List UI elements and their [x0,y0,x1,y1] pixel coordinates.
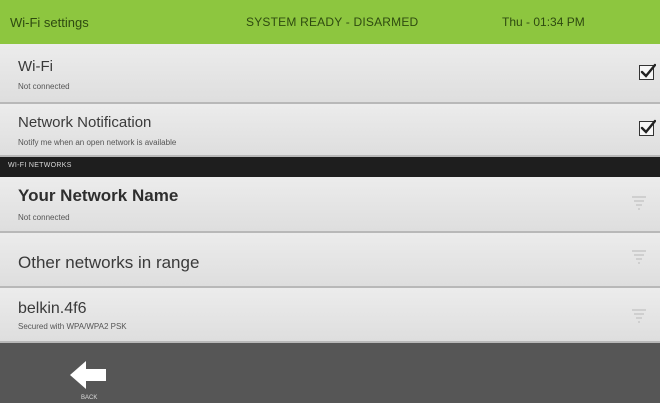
network-name: Other networks in range [18,253,200,272]
checkmark-icon [640,119,656,134]
arrow-left-icon [70,361,106,389]
wifi-status: Not connected [18,82,70,91]
wifi-toggle-row[interactable]: Wi-Fi Not connected [0,44,660,104]
footer-bar: BACK [0,343,660,403]
back-button[interactable]: BACK [66,357,110,403]
back-label: BACK [81,395,98,401]
section-header-label: WI-FI NETWORKS [8,162,72,169]
wifi-signal-icon [632,196,646,210]
wifi-networks-section-header: WI-FI NETWORKS [0,157,660,177]
network-name: belkin.4f6 [18,300,87,317]
network-notification-label: Network Notification [18,114,152,131]
network-notification-checkbox[interactable] [639,119,656,136]
network-item-belkin[interactable]: belkin.4f6 Secured with WPA/WPA2 PSK [0,288,660,343]
title-bar: Wi-Fi settings SYSTEM READY - DISARMED T… [0,0,660,44]
system-status: SYSTEM READY - DISARMED [246,15,419,29]
network-security: Secured with WPA/WPA2 PSK [18,322,127,331]
network-notification-description: Notify me when an open network is availa… [18,138,177,147]
wifi-signal-icon [632,309,646,323]
network-name: Your Network Name [18,186,179,205]
wifi-signal-icon [632,250,646,264]
network-item-your-network[interactable]: Your Network Name Not connected [0,177,660,233]
wifi-label: Wi-Fi [18,58,53,75]
clock: Thu - 01:34 PM [502,15,585,29]
wifi-checkbox[interactable] [639,63,656,80]
network-item-other-networks[interactable]: Other networks in range [0,233,660,288]
network-notification-row[interactable]: Network Notification Notify me when an o… [0,104,660,157]
network-status: Not connected [18,213,70,222]
page-title: Wi-Fi settings [10,14,89,30]
checkmark-icon [640,63,656,78]
